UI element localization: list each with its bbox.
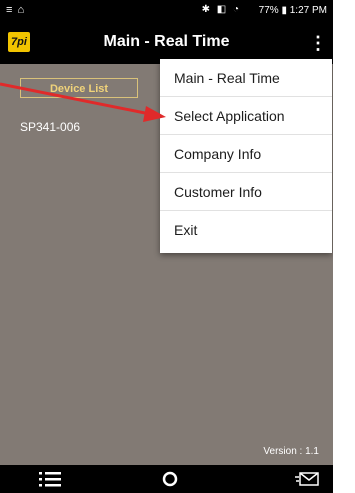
list-icon[interactable] bbox=[38, 470, 62, 488]
mail-icon[interactable] bbox=[295, 470, 319, 488]
app-bar: 7pi Main - Real Time ⋮ bbox=[0, 22, 333, 64]
page-title: Main - Real Time bbox=[103, 33, 230, 50]
status-left-icons: ≡ ⌂ bbox=[6, 4, 26, 16]
refresh-icon[interactable] bbox=[158, 470, 182, 488]
device-list-item[interactable]: SP341-006 bbox=[20, 120, 80, 134]
more-vert-icon[interactable]: ⋮ bbox=[309, 32, 327, 54]
menu-item-main-real-time[interactable]: Main - Real Time bbox=[160, 59, 332, 97]
tab-device-list[interactable]: Device List bbox=[20, 78, 138, 98]
menu-item-customer-info[interactable]: Customer Info bbox=[160, 173, 332, 211]
overflow-menu: Main - Real Time Select Application Comp… bbox=[160, 59, 332, 253]
status-connectivity-icons: ✱ ◧ ◔ bbox=[201, 4, 241, 15]
version-label: Version : 1.1 bbox=[263, 446, 319, 457]
menu-item-company-info[interactable]: Company Info bbox=[160, 135, 332, 173]
menu-item-exit[interactable]: Exit bbox=[160, 211, 332, 249]
menu-item-select-application[interactable]: Select Application bbox=[160, 97, 332, 135]
phone-screen: ≡ ⌂ ✱ ◧ ◔ 77% ▮ 1:27 PM 7pi Main - Real … bbox=[0, 0, 333, 493]
bottom-toolbar bbox=[0, 465, 333, 493]
status-battery-time: 77% ▮ 1:27 PM bbox=[258, 5, 327, 16]
status-bar: ≡ ⌂ ✱ ◧ ◔ 77% ▮ 1:27 PM bbox=[0, 0, 333, 22]
